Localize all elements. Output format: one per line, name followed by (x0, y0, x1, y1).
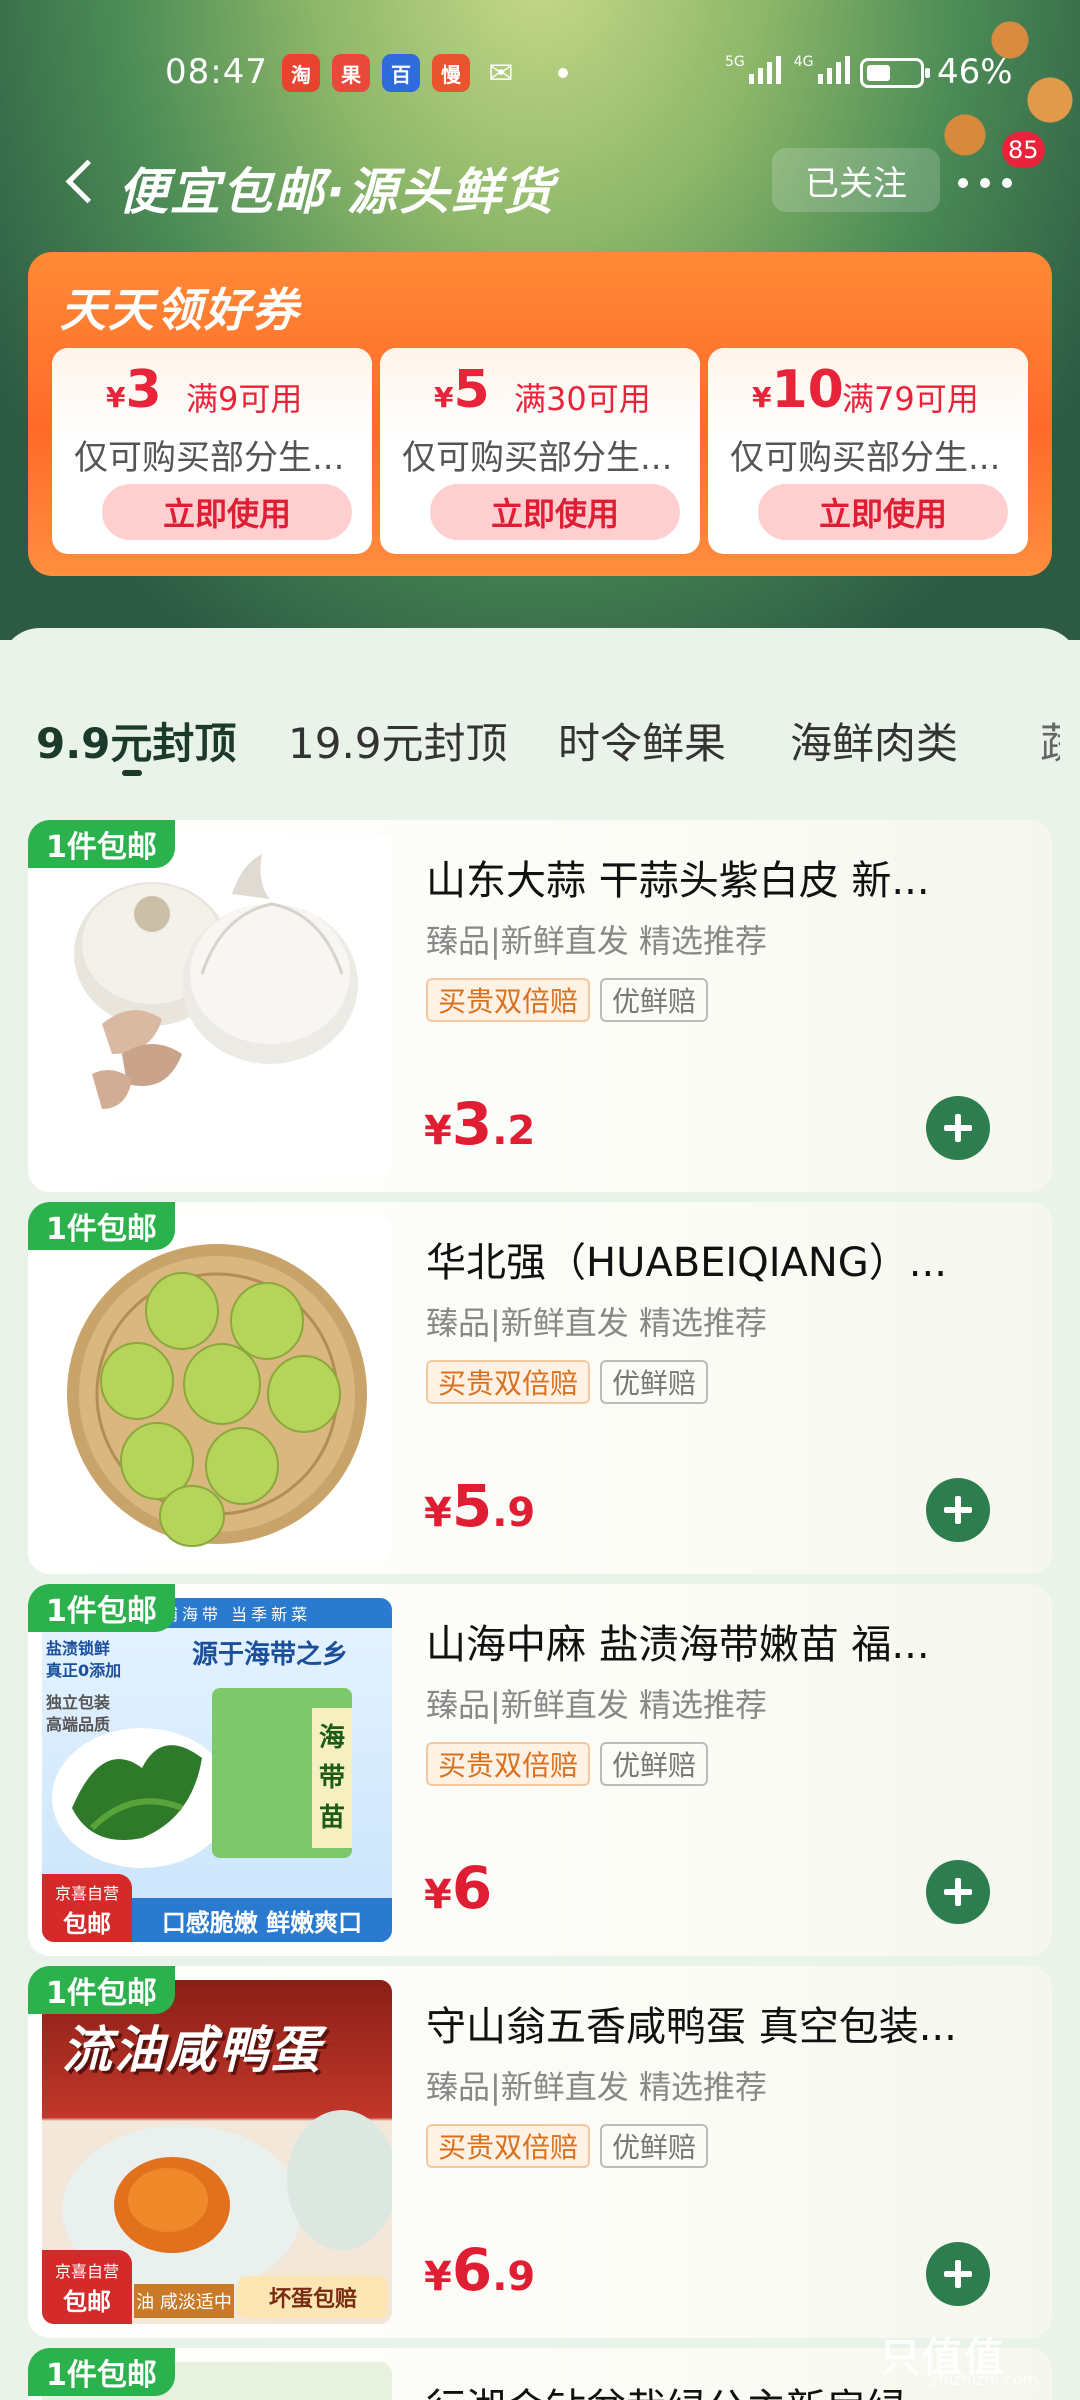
product-subtitle: 臻品|新鲜直发 精选推荐 (426, 1686, 767, 1724)
product-card[interactable]: 1件包邮 华北强（HUABEIQIANG）... 臻品|新鲜直发 精选推荐 买贵… (28, 1202, 1052, 1574)
battery-icon (860, 58, 930, 88)
price-guarantee-badge: 买贵双倍赔 (426, 2124, 591, 2168)
signal-indicators: 5G 4G (725, 54, 850, 88)
coupon-panel-title: 天天领好券 (60, 283, 300, 337)
coupon-card[interactable]: ¥5 满30可用 仅可购买部分生... 立即使用 (380, 348, 700, 554)
product-card[interactable]: 浦海带 当季新菜 源于海带之乡 盐渍锁鲜 真正0添加 独立包装 高端品质 海带苗… (28, 1584, 1052, 1956)
category-tabs: 9.9元封顶 19.9元封顶 时令鲜果 海鲜肉类 蔬 (0, 710, 1080, 790)
freshness-guarantee-badge: 优鲜赔 (600, 978, 709, 1022)
product-subtitle: 臻品|新鲜直发 精选推荐 (426, 2068, 767, 2106)
jd-selfrun-label: 京喜自营 (54, 2262, 119, 2281)
status-time: 08:47 (165, 52, 268, 92)
notification-app-icons: 淘 果 百 慢 ✉ (282, 54, 520, 92)
tab-seasonal-fruit[interactable]: 时令鲜果 (558, 710, 726, 771)
more-options-icon[interactable] (958, 168, 1018, 198)
status-bar: 08:47 淘 果 百 慢 ✉ 5G 4G 46% (0, 40, 1080, 104)
coupon-description: 仅可购买部分生... (730, 438, 1001, 478)
add-to-cart-button[interactable] (926, 2242, 990, 2306)
free-shipping-tag: 1件包邮 (28, 1202, 175, 1250)
free-shipping-tag: 1件包邮 (28, 2348, 175, 2396)
freshness-guarantee-badge: 优鲜赔 (600, 1742, 709, 1786)
image-bottom-banner: 口感脆嫩 鲜嫩爽口 (132, 1898, 392, 1942)
free-shipping-tag: 1件包邮 (28, 1584, 175, 1632)
coupon-description: 仅可购买部分生... (74, 438, 345, 478)
coupon-card[interactable]: ¥10 满79可用 仅可购买部分生... 立即使用 (708, 348, 1028, 554)
jd-selfrun-label: 京喜自营 (54, 1884, 119, 1903)
use-coupon-button[interactable]: 立即使用 (430, 484, 680, 540)
nav-bar: 便宜包邮·源头鲜货 已关注 (0, 140, 1080, 230)
free-shipping-tag: 1件包邮 (28, 1966, 175, 2014)
product-name[interactable]: 山东大蒜 干蒜头紫白皮 新... (426, 848, 986, 906)
product-card[interactable]: 流油咸鸭蛋 京喜自营 包邮 油 咸淡适中 坏蛋包赔 1件包邮 守山翁五香咸鸭蛋 … (28, 1966, 1052, 2338)
product-price: ¥6 (424, 1854, 493, 1922)
image-text: 油 咸淡适中 (134, 2284, 234, 2318)
use-coupon-button[interactable]: 立即使用 (102, 484, 352, 540)
use-coupon-button[interactable]: 立即使用 (758, 484, 1008, 540)
product-image-duck-eggs[interactable]: 流油咸鸭蛋 京喜自营 包邮 油 咸淡适中 坏蛋包赔 (42, 1980, 392, 2324)
notification-badge: 85 (1002, 132, 1045, 168)
coupon-value: ¥3 (106, 360, 162, 420)
man-app-icon: 慢 (432, 54, 470, 92)
product-price: ¥3.2 (424, 1090, 536, 1158)
taobao-icon: 淘 (282, 54, 320, 92)
image-text: 坏蛋包赔 (238, 2276, 388, 2318)
coupon-condition: 满9可用 (186, 380, 303, 418)
follow-button[interactable]: 已关注 (772, 148, 940, 212)
jd-free-ship-label: 包邮 (63, 1910, 111, 1938)
signal-4g-icon (817, 54, 850, 84)
coupon-description: 仅可购买部分生... (402, 438, 673, 478)
page-title: 便宜包邮·源头鲜货 (118, 163, 555, 221)
product-name[interactable]: 守山翁五香咸鸭蛋 真空包装... (426, 1994, 986, 2052)
battery-percent: 46% (937, 52, 1013, 92)
product-subtitle: 臻品|新鲜直发 精选推荐 (426, 1304, 767, 1342)
active-tab-indicator (122, 770, 142, 776)
free-shipping-tag: 1件包邮 (28, 820, 175, 868)
coupon-condition: 满30可用 (514, 380, 651, 418)
baidu-icon: 百 (382, 54, 420, 92)
coupon-card[interactable]: ¥3 满9可用 仅可购买部分生... 立即使用 (52, 348, 372, 554)
product-list-section: 9.9元封顶 19.9元封顶 时令鲜果 海鲜肉类 蔬 1件包邮 山东大蒜 干蒜头… (0, 628, 1080, 2400)
network-4g-label: 4G (793, 54, 814, 70)
tab-19-9-cap[interactable]: 19.9元封顶 (288, 710, 508, 771)
jd-free-ship-label: 包邮 (63, 2288, 111, 2316)
product-subtitle: 臻品|新鲜直发 精选推荐 (426, 922, 767, 960)
product-badges: 买贵双倍赔 优鲜赔 (426, 1360, 709, 1404)
tab-more-partial[interactable]: 蔬 (1040, 710, 1060, 771)
product-image-garlic[interactable] (42, 834, 392, 1178)
price-guarantee-badge: 买贵双倍赔 (426, 1360, 591, 1404)
add-to-cart-button[interactable] (926, 1096, 990, 1160)
signal-5g-icon (749, 54, 782, 84)
product-image-pears[interactable] (42, 1216, 392, 1560)
product-image-kelp[interactable]: 浦海带 当季新菜 源于海带之乡 盐渍锁鲜 真正0添加 独立包装 高端品质 海带苗… (42, 1598, 392, 1942)
coupon-panel: 天天领好券 ¥3 满9可用 仅可购买部分生... 立即使用 ¥5 满30可用 仅… (28, 252, 1052, 576)
wechat-icon: ✉ (488, 55, 514, 91)
coupon-condition: 满79可用 (842, 380, 979, 418)
fruit-app-icon: 果 (332, 54, 370, 92)
product-name[interactable]: 山海中麻 盐渍海带嫩苗 福... (426, 1612, 986, 1670)
battery-fill (867, 65, 890, 81)
coupon-value: ¥5 (434, 360, 490, 420)
price-guarantee-badge: 买贵双倍赔 (426, 1742, 591, 1786)
tab-seafood-meat[interactable]: 海鲜肉类 (790, 710, 958, 771)
product-name[interactable]: 华北强（HUABEIQIANG）... (426, 1230, 986, 1288)
price-guarantee-badge: 买贵双倍赔 (426, 978, 591, 1022)
network-5g-label: 5G (725, 54, 745, 70)
more-notifications-dot (558, 68, 568, 78)
back-arrow-icon[interactable] (58, 152, 102, 212)
watermark-url: zhizhizhi.com (930, 2370, 1039, 2389)
product-card[interactable]: 1件包邮 山东大蒜 干蒜头紫白皮 新... 臻品|新鲜直发 精选推荐 买贵双倍赔… (28, 820, 1052, 1192)
product-badges: 买贵双倍赔 优鲜赔 (426, 1742, 709, 1786)
freshness-guarantee-badge: 优鲜赔 (600, 2124, 709, 2168)
add-to-cart-button[interactable] (926, 1860, 990, 1924)
package-label: 海带苗 (318, 1723, 345, 1833)
freshness-guarantee-badge: 优鲜赔 (600, 1360, 709, 1404)
product-badges: 买贵双倍赔 优鲜赔 (426, 978, 709, 1022)
tab-9-9-cap[interactable]: 9.9元封顶 (36, 710, 236, 771)
coupon-value: ¥10 (752, 360, 844, 420)
product-price: ¥6.9 (424, 2236, 536, 2304)
add-to-cart-button[interactable] (926, 1478, 990, 1542)
product-badges: 买贵双倍赔 优鲜赔 (426, 2124, 709, 2168)
product-price: ¥5.9 (424, 1472, 536, 1540)
